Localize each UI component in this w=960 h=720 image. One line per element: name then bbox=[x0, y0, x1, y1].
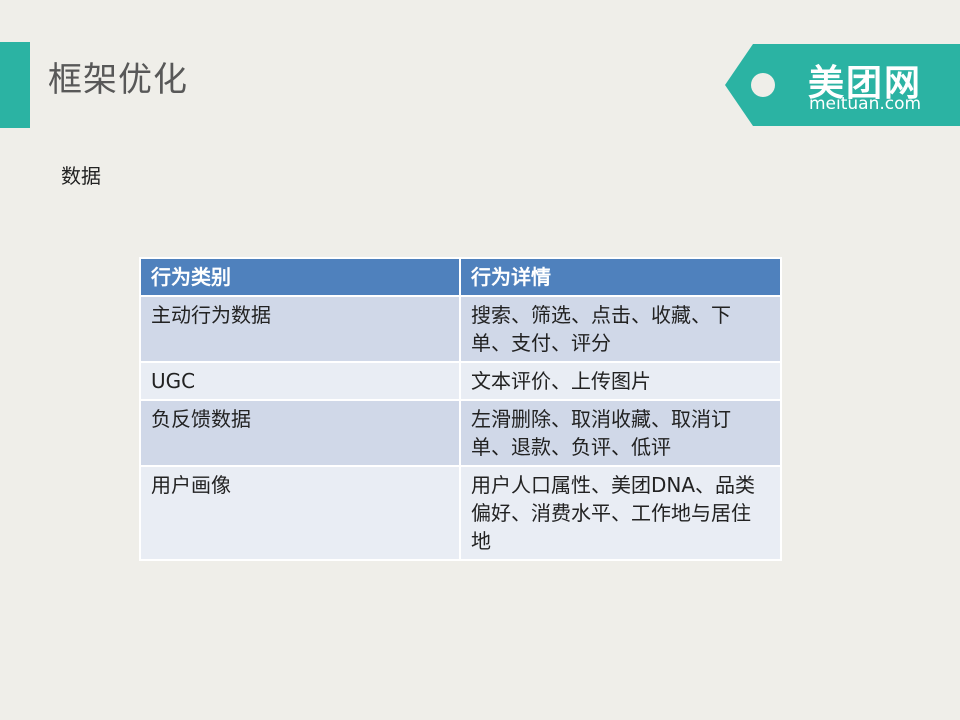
detail-cell: 文本评价、上传图片 bbox=[459, 361, 782, 401]
category-cell: 用户画像 bbox=[139, 465, 461, 561]
table-row: UGC 文本评价、上传图片 bbox=[139, 361, 782, 401]
table-row: 主动行为数据 搜索、筛选、点击、收藏、下单、支付、评分 bbox=[139, 295, 782, 363]
table-row: 用户画像 用户人口属性、美团DNA、品类偏好、消费水平、工作地与居住地 bbox=[139, 465, 782, 561]
table-row: 负反馈数据 左滑删除、取消收藏、取消订单、退款、负评、低评 bbox=[139, 399, 782, 467]
meituan-logo: 美团网 meituan.com bbox=[725, 44, 960, 126]
category-cell: 主动行为数据 bbox=[139, 295, 461, 363]
detail-cell: 左滑删除、取消收藏、取消订单、退款、负评、低评 bbox=[459, 399, 782, 467]
section-label: 数据 bbox=[61, 164, 101, 188]
behavior-table: 行为类别 行为详情 主动行为数据 搜索、筛选、点击、收藏、下单、支付、评分 UG… bbox=[139, 257, 782, 561]
slide-title: 框架优化 bbox=[48, 60, 188, 100]
table-header-row: 行为类别 行为详情 bbox=[139, 257, 782, 297]
category-cell: 负反馈数据 bbox=[139, 399, 461, 467]
category-cell: UGC bbox=[139, 361, 461, 401]
logo-dot-icon bbox=[751, 73, 775, 97]
logo-domain-text: meituan.com bbox=[809, 94, 922, 114]
header-behavior-detail: 行为详情 bbox=[459, 257, 782, 297]
detail-cell: 搜索、筛选、点击、收藏、下单、支付、评分 bbox=[459, 295, 782, 363]
detail-cell: 用户人口属性、美团DNA、品类偏好、消费水平、工作地与居住地 bbox=[459, 465, 782, 561]
header-behavior-category: 行为类别 bbox=[139, 257, 461, 297]
title-accent-bar bbox=[0, 42, 30, 128]
